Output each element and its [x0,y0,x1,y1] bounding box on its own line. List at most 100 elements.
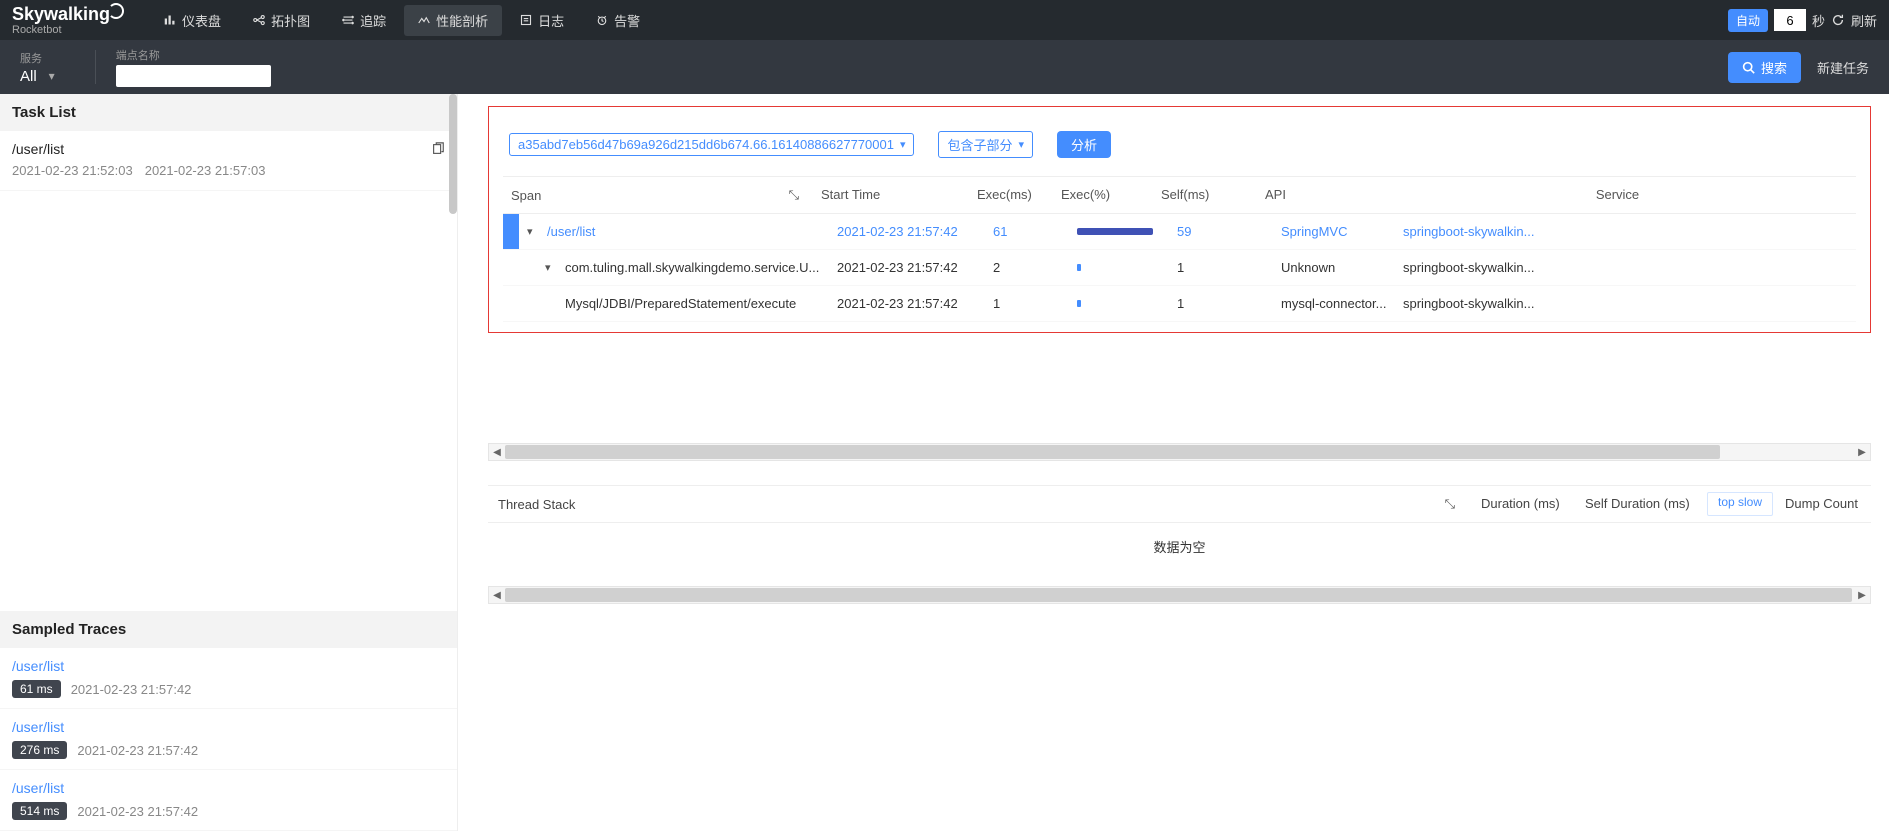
trace-item[interactable]: /user/list276 ms2021-02-23 21:57:42 [0,709,457,770]
seconds-unit: 秒 [1812,11,1825,30]
col-exec-label: Exec(ms) [969,177,1053,213]
scroll-right-icon[interactable]: ▶ [1854,590,1870,601]
trace-item[interactable]: /user/list514 ms2021-02-23 21:57:42 [0,770,457,831]
tree-caret-icon[interactable]: ▾ [527,225,539,238]
endpoint-input[interactable] [116,65,271,87]
span-api: Unknown [1273,250,1395,285]
service-label: 服务 [20,50,55,66]
col-dump-count-label: Dump Count [1775,486,1871,522]
divider [95,50,96,84]
refresh-label[interactable]: 刷新 [1851,11,1877,30]
span-service: springboot-skywalkin... [1395,286,1856,321]
span-row[interactable]: ▾/user/list2021-02-23 21:57:426159Spring… [503,214,1856,250]
nav-log[interactable]: 日志 [506,5,578,36]
main: Task List /user/list 2021-02-23 21:52:03… [0,94,1889,831]
thread-stack-label: Thread Stack [498,497,575,512]
span-row[interactable]: Mysql/JDBI/PreparedStatement/execute2021… [503,286,1856,322]
top-slow-button[interactable]: top slow [1707,492,1773,516]
trace-item[interactable]: /user/list61 ms2021-02-23 21:57:42 [0,648,457,709]
span-self-ms: 1 [1169,250,1273,285]
trace-id-dropdown[interactable]: a35abd7eb56d47b69a926d215dd6b674.66.1614… [509,133,914,156]
span-self-ms: 59 [1169,214,1273,249]
span-start-time: 2021-02-23 21:57:42 [829,250,985,285]
span-api: mysql-connector... [1273,286,1395,321]
span-exec-ms: 61 [985,214,1069,249]
selection-indicator [503,286,519,321]
nav-dashboard[interactable]: 仪表盘 [150,5,235,36]
include-children-dropdown[interactable]: 包含子部分 ▾ [938,131,1033,158]
horizontal-scrollbar[interactable]: ◀ ▶ [488,586,1871,604]
nav-items: 仪表盘 拓扑图 追踪 性能剖析 日志 告警 [150,5,654,36]
logo: Skywalking Rocketbot [12,5,110,36]
selection-indicator [503,250,519,285]
include-children-label: 包含子部分 [947,135,1012,154]
sampled-traces-list: /user/list61 ms2021-02-23 21:57:42/user/… [0,648,457,831]
expand-collapse-icon[interactable]: ⤡ [1445,496,1455,512]
span-self-ms: 1 [1169,286,1273,321]
copy-icon[interactable] [431,142,445,156]
nav-topology[interactable]: 拓扑图 [239,5,324,36]
chevron-down-icon: ▾ [1019,138,1025,151]
span-exec-ms: 2 [985,250,1069,285]
scrollbar-thumb[interactable] [505,445,1720,459]
dashboard-icon [164,14,176,26]
col-start-label: Start Time [813,177,969,213]
selection-indicator [503,214,519,249]
trace-name: /user/list [12,658,445,674]
tree-caret-icon[interactable]: ▾ [545,261,557,274]
service-value: All [20,68,37,85]
scrollbar-thumb[interactable] [449,94,457,214]
left-pane: Task List /user/list 2021-02-23 21:52:03… [0,94,458,831]
service-filter[interactable]: 服务 All ▾ [20,50,55,85]
span-table: Span ⤡ Start Time Exec(ms) Exec(%) Self(… [503,176,1856,322]
col-api-label: API [1257,177,1379,213]
right-pane: a35abd7eb56d47b69a926d215dd6b674.66.1614… [458,94,1889,831]
refresh-seconds-input[interactable] [1774,9,1806,31]
endpoint-label: 端点名称 [116,47,271,63]
scroll-left-icon[interactable]: ◀ [489,590,505,601]
span-exec-pct [1069,254,1169,281]
topnav-right: 自动 秒 刷新 [1728,9,1877,32]
task-list-header: Task List [0,94,457,131]
span-name: com.tuling.mall.skywalkingdemo.service.U… [565,260,819,275]
nav-dashboard-label: 仪表盘 [182,11,221,30]
task-item[interactable]: /user/list 2021-02-23 21:52:03 2021-02-2… [0,131,457,191]
scroll-right-icon[interactable]: ▶ [1854,447,1870,458]
span-service: springboot-skywalkin... [1395,214,1856,249]
horizontal-scrollbar[interactable]: ◀ ▶ [488,443,1871,461]
filter-bar: 服务 All ▾ 端点名称 搜索 新建任务 [0,40,1889,94]
profile-icon [418,14,430,26]
col-span-label: Span [511,188,541,203]
chevron-down-icon: ▾ [49,69,55,83]
span-start-time: 2021-02-23 21:57:42 [829,286,985,321]
analyze-button[interactable]: 分析 [1057,131,1111,158]
trace-name: /user/list [12,719,445,735]
logo-title: Skywalking [12,5,110,23]
nav-trace[interactable]: 追踪 [328,5,400,36]
trace-id-value: a35abd7eb56d47b69a926d215dd6b674.66.1614… [518,137,894,152]
endpoint-filter: 端点名称 [116,47,271,87]
scroll-left-icon[interactable]: ◀ [489,447,505,458]
task-name: /user/list [12,141,64,157]
auto-badge[interactable]: 自动 [1728,9,1768,32]
search-button[interactable]: 搜索 [1728,52,1801,83]
duration-badge: 514 ms [12,802,67,820]
span-start-time: 2021-02-23 21:57:42 [829,214,985,249]
span-table-header: Span ⤡ Start Time Exec(ms) Exec(%) Self(… [503,176,1856,214]
span-row[interactable]: ▾ com.tuling.mall.skywalkingdemo.service.… [503,250,1856,286]
span-api: SpringMVC [1273,214,1395,249]
trace-name: /user/list [12,780,445,796]
scrollbar-thumb[interactable] [505,588,1852,602]
nav-profile[interactable]: 性能剖析 [404,5,502,36]
span-exec-pct [1069,290,1169,317]
refresh-icon[interactable] [1831,13,1845,27]
expand-collapse-icon[interactable]: ⤡ [789,187,799,203]
new-task-button[interactable]: 新建任务 [1817,58,1869,77]
thread-stack-panel: Thread Stack ⤡ Duration (ms) Self Durati… [488,485,1871,586]
nav-alarm[interactable]: 告警 [582,5,654,36]
task-end-time: 2021-02-23 21:57:03 [145,163,266,178]
span-service: springboot-skywalkin... [1395,250,1856,285]
col-duration-label: Duration (ms) [1471,486,1575,522]
trace-timestamp: 2021-02-23 21:57:42 [71,682,192,697]
sampled-traces-header: Sampled Traces [0,611,457,648]
